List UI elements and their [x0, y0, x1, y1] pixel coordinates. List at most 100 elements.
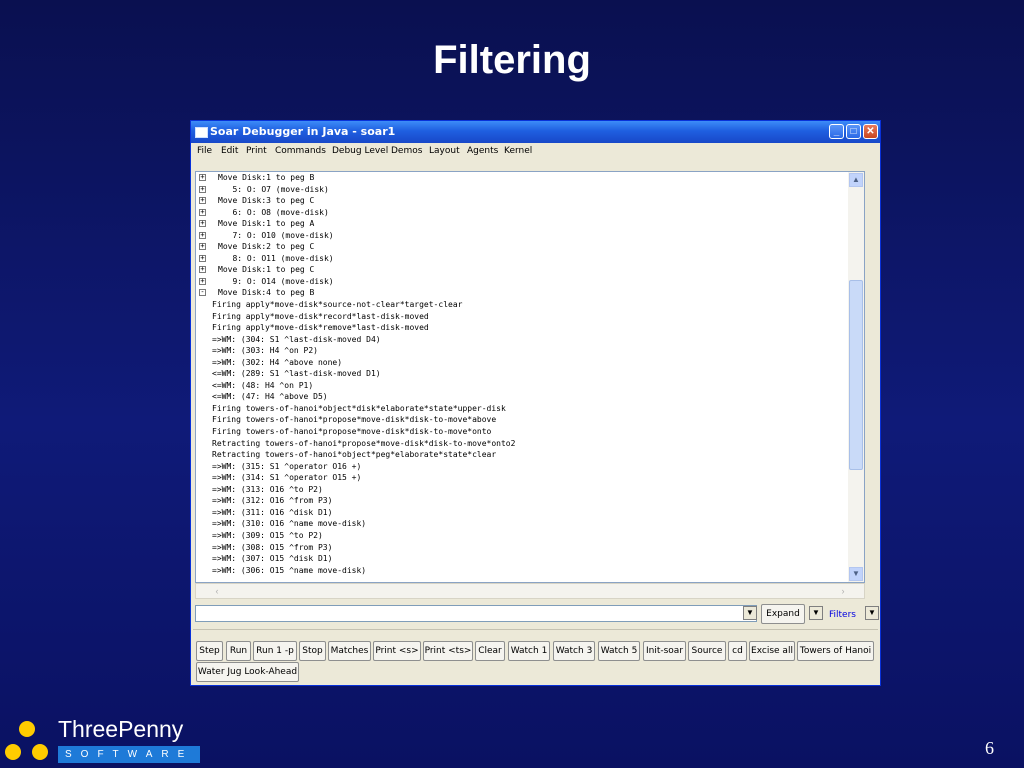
clear-button[interactable]: Clear: [475, 641, 505, 661]
trace-line: =>WM: (309: O15 ^to P2): [196, 530, 856, 542]
trace-line-text: =>WM: (313: O16 ^to P2): [212, 484, 323, 494]
separator: [193, 629, 878, 630]
scroll-left-icon[interactable]: ‹: [210, 585, 224, 597]
water-jug-look-ahead-button[interactable]: Water Jug Look-Ahead: [196, 662, 299, 682]
trace-line[interactable]: + 6: O: O8 (move-disk): [196, 207, 856, 219]
trace-line: =>WM: (304: S1 ^last-disk-moved D4): [196, 334, 856, 346]
command-input[interactable]: [195, 605, 757, 622]
trace-line[interactable]: + Move Disk:1 to peg A: [196, 218, 856, 230]
trace-line: =>WM: (312: O16 ^from P3): [196, 495, 856, 507]
plus-box-icon[interactable]: +: [199, 208, 206, 216]
stop-button[interactable]: Stop: [299, 641, 326, 661]
menu-layout[interactable]: Layout: [429, 146, 460, 156]
trace-line[interactable]: + Move Disk:1 to peg C: [196, 264, 856, 276]
menu-bar: File Edit Print Commands Debug Level Dem…: [191, 143, 880, 161]
trace-line-text: Move Disk:4 to peg B: [218, 288, 315, 298]
trace-line-text: <=WM: (47: H4 ^above D5): [212, 392, 328, 402]
watch-3-button[interactable]: Watch 3: [553, 641, 595, 661]
trace-line[interactable]: + 5: O: O7 (move-disk): [196, 184, 856, 196]
plus-box-icon[interactable]: +: [199, 197, 206, 205]
plus-box-icon[interactable]: +: [199, 277, 206, 285]
trace-line-text: =>WM: (312: O16 ^from P3): [212, 496, 333, 506]
trace-line-text: =>WM: (304: S1 ^last-disk-moved D4): [212, 334, 381, 344]
step-button[interactable]: Step: [196, 641, 223, 661]
trace-line-text: Move Disk:3 to peg C: [218, 196, 315, 206]
run-button[interactable]: Run: [226, 641, 251, 661]
run-1-p-button[interactable]: Run 1 -p: [253, 641, 297, 661]
plus-box-icon[interactable]: +: [199, 266, 206, 274]
scroll-up-icon[interactable]: ▲: [849, 173, 863, 187]
trace-line-text: 9: O: O14 (move-disk): [218, 276, 334, 286]
trace-line-text: =>WM: (306: O15 ^name move-disk): [212, 565, 367, 575]
trace-line: =>WM: (313: O16 ^to P2): [196, 484, 856, 496]
plus-box-icon[interactable]: +: [199, 174, 206, 181]
menu-commands[interactable]: Commands: [275, 146, 326, 156]
minus-box-icon[interactable]: -: [199, 289, 206, 297]
trace-line[interactable]: + Move Disk:1 to peg B: [196, 172, 856, 184]
filters-link[interactable]: Filters: [829, 610, 856, 620]
trace-line[interactable]: + 9: O: O14 (move-disk): [196, 276, 856, 288]
logo-dot-icon: [32, 744, 48, 760]
init-soar-button[interactable]: Init-soar: [643, 641, 686, 661]
trace-line[interactable]: + 8: O: O11 (move-disk): [196, 253, 856, 265]
menu-file[interactable]: File: [197, 146, 212, 156]
trace-line: Retracting towers-of-hanoi*object*peg*el…: [196, 449, 856, 461]
plus-box-icon[interactable]: +: [199, 243, 206, 251]
trace-line-text: 5: O: O7 (move-disk): [218, 184, 329, 194]
watch-5-button[interactable]: Watch 5: [598, 641, 640, 661]
plus-box-icon[interactable]: +: [199, 254, 206, 262]
scroll-thumb[interactable]: [849, 280, 863, 470]
trace-line-text: 6: O: O8 (move-disk): [218, 207, 329, 217]
trace-line[interactable]: + Move Disk:3 to peg C: [196, 195, 856, 207]
menu-print[interactable]: Print: [246, 146, 267, 156]
menu-demos[interactable]: Demos: [391, 146, 422, 156]
vertical-scrollbar[interactable]: ▲ ▼: [848, 172, 864, 582]
menu-agents[interactable]: Agents: [467, 146, 498, 156]
plus-box-icon[interactable]: +: [199, 185, 206, 193]
trace-line-text: Firing apply*move-disk*source-not-clear*…: [212, 300, 463, 310]
towers-of-hanoi-button[interactable]: Towers of Hanoi: [797, 641, 874, 661]
logo-wordmark: ThreePenny: [58, 716, 184, 742]
scroll-right-icon[interactable]: ›: [836, 585, 850, 597]
trace-line-text: Firing apply*move-disk*record*last-disk-…: [212, 311, 429, 321]
menu-edit[interactable]: Edit: [221, 146, 238, 156]
plus-box-icon[interactable]: +: [199, 220, 206, 228]
trace-line[interactable]: + Move Disk:2 to peg C: [196, 241, 856, 253]
trace-line-text: 8: O: O11 (move-disk): [218, 253, 334, 263]
trace-line: <=WM: (48: H4 ^on P1): [196, 380, 856, 392]
scroll-down-icon[interactable]: ▼: [849, 567, 863, 581]
close-button[interactable]: ✕: [863, 124, 878, 139]
trace-line-text: Move Disk:1 to peg A: [218, 219, 315, 229]
plus-box-icon[interactable]: +: [199, 231, 206, 239]
trace-line-text: Firing apply*move-disk*remove*last-disk-…: [212, 323, 429, 333]
minimize-button[interactable]: _: [829, 124, 844, 139]
horizontal-scrollbar[interactable]: ‹ ›: [195, 583, 865, 599]
menu-kernel[interactable]: Kernel: [504, 146, 532, 156]
trace-line-text: Firing towers-of-hanoi*object*disk*elabo…: [212, 403, 506, 413]
expand-button[interactable]: Expand: [761, 604, 805, 624]
print-ts-button[interactable]: Print <ts>: [423, 641, 473, 661]
trace-line: =>WM: (315: S1 ^operator O16 +): [196, 461, 856, 473]
expand-dropdown[interactable]: ▼: [809, 606, 823, 620]
command-history-dropdown[interactable]: ▼: [743, 606, 757, 620]
excise-all-button[interactable]: Excise all: [749, 641, 795, 661]
trace-line[interactable]: + 7: O: O10 (move-disk): [196, 230, 856, 242]
filters-dropdown[interactable]: ▼: [865, 606, 879, 620]
slide-title: Filtering: [433, 38, 591, 82]
trace-line-text: =>WM: (314: S1 ^operator O15 +): [212, 473, 362, 483]
trace-line: Firing apply*move-disk*remove*last-disk-…: [196, 322, 856, 334]
menu-debug-level[interactable]: Debug Level: [332, 146, 388, 156]
source-button[interactable]: Source: [688, 641, 726, 661]
window-titlebar[interactable]: Soar Debugger in Java - soar1 _ □ ✕: [191, 121, 880, 143]
trace-line: Firing towers-of-hanoi*propose*move-disk…: [196, 414, 856, 426]
trace-line: =>WM: (314: S1 ^operator O15 +): [196, 472, 856, 484]
print-s-button[interactable]: Print <s>: [373, 641, 421, 661]
trace-output-panel[interactable]: + Move Disk:1 to peg B + 5: O: O7 (move-di…: [195, 171, 865, 583]
maximize-button[interactable]: □: [846, 124, 861, 139]
watch-1-button[interactable]: Watch 1: [508, 641, 550, 661]
trace-line-text: Move Disk:1 to peg B: [218, 173, 315, 182]
cd-button[interactable]: cd: [728, 641, 747, 661]
matches-button[interactable]: Matches: [328, 641, 371, 661]
trace-line-text: Move Disk:1 to peg C: [218, 265, 315, 275]
trace-line[interactable]: - Move Disk:4 to peg B: [196, 287, 856, 299]
